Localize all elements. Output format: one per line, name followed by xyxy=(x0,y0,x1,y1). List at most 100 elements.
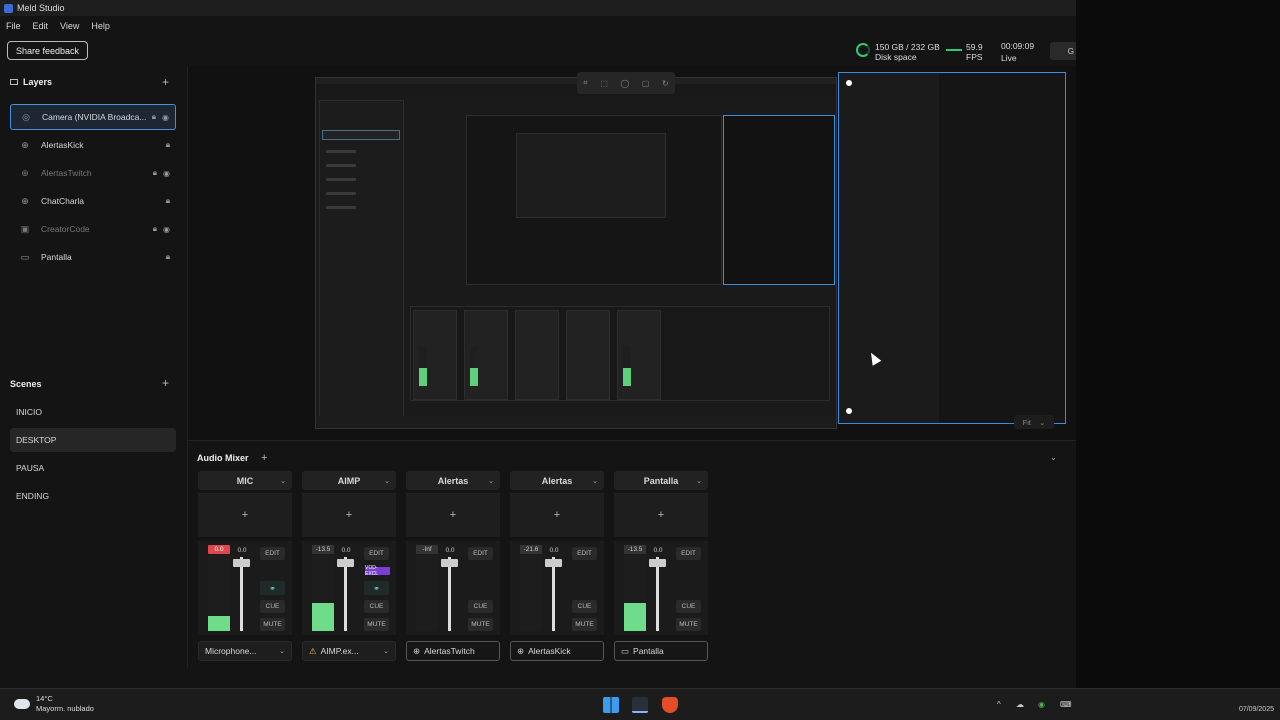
edit-button[interactable]: EDIT xyxy=(364,547,389,560)
add-effect-button[interactable]: + xyxy=(302,493,396,537)
audio-source-selector[interactable]: ⊕ AlertasKick xyxy=(510,641,604,661)
mute-button[interactable]: MUTE xyxy=(364,618,389,631)
add-effect-button[interactable]: + xyxy=(510,493,604,537)
crop-icon[interactable]: ⌗ xyxy=(583,78,588,88)
audio-source-selector[interactable]: ▭ Pantalla xyxy=(614,641,708,661)
audio-source-selector[interactable]: ⚠ AIMP.ex... ⌄ xyxy=(302,641,396,661)
windows-start-icon[interactable] xyxy=(603,697,619,713)
network-icon[interactable]: ⌨ xyxy=(1060,700,1072,709)
volume-fader-knob[interactable] xyxy=(441,559,458,567)
menu-file[interactable]: File xyxy=(0,21,27,31)
menu-help[interactable]: Help xyxy=(85,21,116,31)
collapse-mixer-icon[interactable]: ⌄ xyxy=(1050,453,1057,462)
strip-header[interactable]: MIC ⌄ xyxy=(198,471,292,490)
volume-meter xyxy=(416,555,438,631)
resize-handle[interactable] xyxy=(846,80,852,86)
layer-item[interactable]: ◎ Camera (NVIDIA Broadca... 🔒︎ ◉ xyxy=(10,104,176,130)
layer-item[interactable]: ⊕ AlertasKick 🔒︎ xyxy=(10,132,176,158)
eye-icon[interactable]: ◉ xyxy=(163,169,170,178)
volume-fader-track[interactable] xyxy=(344,557,347,631)
volume-fader-track[interactable] xyxy=(552,557,555,631)
scene-item[interactable]: DESKTOP xyxy=(10,428,176,452)
cue-button[interactable]: CUE xyxy=(364,600,389,613)
add-effect-button[interactable]: + xyxy=(406,493,500,537)
box-icon[interactable]: ▢ xyxy=(642,79,650,88)
add-effect-button[interactable]: + xyxy=(198,493,292,537)
edit-button[interactable]: EDIT xyxy=(468,547,493,560)
circle-icon[interactable]: ◯ xyxy=(620,79,629,88)
select-icon[interactable]: ⬚ xyxy=(600,79,608,88)
volume-fader-track[interactable] xyxy=(240,557,243,631)
eye-icon[interactable]: ◉ xyxy=(162,113,169,122)
add-audio-button[interactable]: + xyxy=(261,452,267,464)
meld-taskbar-icon[interactable] xyxy=(632,697,648,713)
lock-icon[interactable]: 🔒︎ xyxy=(153,224,157,234)
audio-source-selector[interactable]: Microphone... ⌄ xyxy=(198,641,292,661)
sync-icon[interactable]: ◉ xyxy=(1038,700,1045,709)
mixer-strip: Alertas ⌄ + -Inf 0.0 EDIT CUE MUTE ⊕ AlertasTwitc… xyxy=(406,471,500,663)
scene-item[interactable]: INICIO xyxy=(10,400,176,424)
menu-edit[interactable]: Edit xyxy=(27,21,55,31)
add-layer-button[interactable]: + xyxy=(162,76,169,88)
lock-icon[interactable]: 🔒︎ xyxy=(166,196,170,206)
lock-icon[interactable]: 🔒︎ xyxy=(166,140,170,150)
lock-icon[interactable]: 🔒︎ xyxy=(166,252,170,262)
weather-widget[interactable]: 14°C Mayorm. nublado xyxy=(14,694,94,714)
share-feedback-button[interactable]: Share feedback xyxy=(7,41,89,60)
live-stat: 00:09:09 Live xyxy=(1001,41,1034,63)
scene-canvas[interactable] xyxy=(315,77,837,429)
peak-level: -13.5 xyxy=(624,545,646,554)
add-effect-button[interactable]: + xyxy=(614,493,708,537)
scene-item[interactable]: ENDING xyxy=(10,484,176,508)
strip-header[interactable]: Pantalla ⌄ xyxy=(614,471,708,490)
volume-fader-track[interactable] xyxy=(656,557,659,631)
gain-value: 0.0 xyxy=(549,547,559,554)
volume-fader-track[interactable] xyxy=(448,557,451,631)
scene-item[interactable]: PAUSA xyxy=(10,456,176,480)
layer-name: ChatCharla xyxy=(41,196,84,206)
edit-button[interactable]: EDIT xyxy=(572,547,597,560)
mute-button[interactable]: MUTE xyxy=(260,618,285,631)
menu-view[interactable]: View xyxy=(54,21,85,31)
tray-overflow-icon[interactable]: ^ xyxy=(997,700,1001,709)
onedrive-icon[interactable]: ☁ xyxy=(1016,700,1024,709)
layer-item[interactable]: ⊕ ChatCharla 🔒︎ xyxy=(10,188,176,214)
rotate-icon[interactable]: ↻ xyxy=(662,79,669,88)
brave-browser-icon[interactable] xyxy=(662,697,678,713)
link-icon[interactable]: ⚭ xyxy=(260,581,285,595)
volume-fader-knob[interactable] xyxy=(233,559,250,567)
cue-button[interactable]: CUE xyxy=(676,600,701,613)
nested-side-canvas xyxy=(723,115,835,285)
camera-source-frame[interactable] xyxy=(838,72,1066,424)
resize-handle[interactable] xyxy=(846,408,852,414)
cue-button[interactable]: CUE xyxy=(260,600,285,613)
add-scene-button[interactable]: + xyxy=(162,377,169,389)
mute-button[interactable]: MUTE xyxy=(676,618,701,631)
mute-button[interactable]: MUTE xyxy=(572,618,597,631)
strip-header[interactable]: Alertas ⌄ xyxy=(406,471,500,490)
right-side-window xyxy=(1076,0,1280,720)
cue-button[interactable]: CUE xyxy=(468,600,493,613)
layer-item[interactable]: ▭ Pantalla 🔒︎ xyxy=(10,244,176,270)
edit-button[interactable]: EDIT xyxy=(676,547,701,560)
link-icon[interactable]: ⚭ xyxy=(364,581,389,595)
mute-button[interactable]: MUTE xyxy=(468,618,493,631)
cue-button[interactable]: CUE xyxy=(572,600,597,613)
fit-dropdown[interactable]: Fit ⌄ xyxy=(1014,415,1054,429)
volume-fader-knob[interactable] xyxy=(649,559,666,567)
strip-header[interactable]: AIMP ⌄ xyxy=(302,471,396,490)
volume-fader-knob[interactable] xyxy=(545,559,562,567)
go-live-button[interactable]: G xyxy=(1050,42,1076,60)
lock-icon[interactable]: 🔒︎ xyxy=(153,168,157,178)
layer-item[interactable]: ▣ CreatorCode 🔒︎ ◉ xyxy=(10,216,176,242)
audio-source-selector[interactable]: ⊕ AlertasTwitch xyxy=(406,641,500,661)
strip-controls: 0.0 0.0 EDIT ⚭ CUE MUTE xyxy=(198,541,292,635)
lock-icon[interactable]: 🔒︎ xyxy=(152,112,156,122)
taskbar-date[interactable]: 07/09/2025 xyxy=(1239,706,1274,713)
layer-item[interactable]: ⊕ AlertasTwitch 🔒︎ ◉ xyxy=(10,160,176,186)
globe-icon: ⊕ xyxy=(413,645,421,656)
volume-fader-knob[interactable] xyxy=(337,559,354,567)
strip-header[interactable]: Alertas ⌄ xyxy=(510,471,604,490)
edit-button[interactable]: EDIT xyxy=(260,547,285,560)
eye-icon[interactable]: ◉ xyxy=(163,225,170,234)
